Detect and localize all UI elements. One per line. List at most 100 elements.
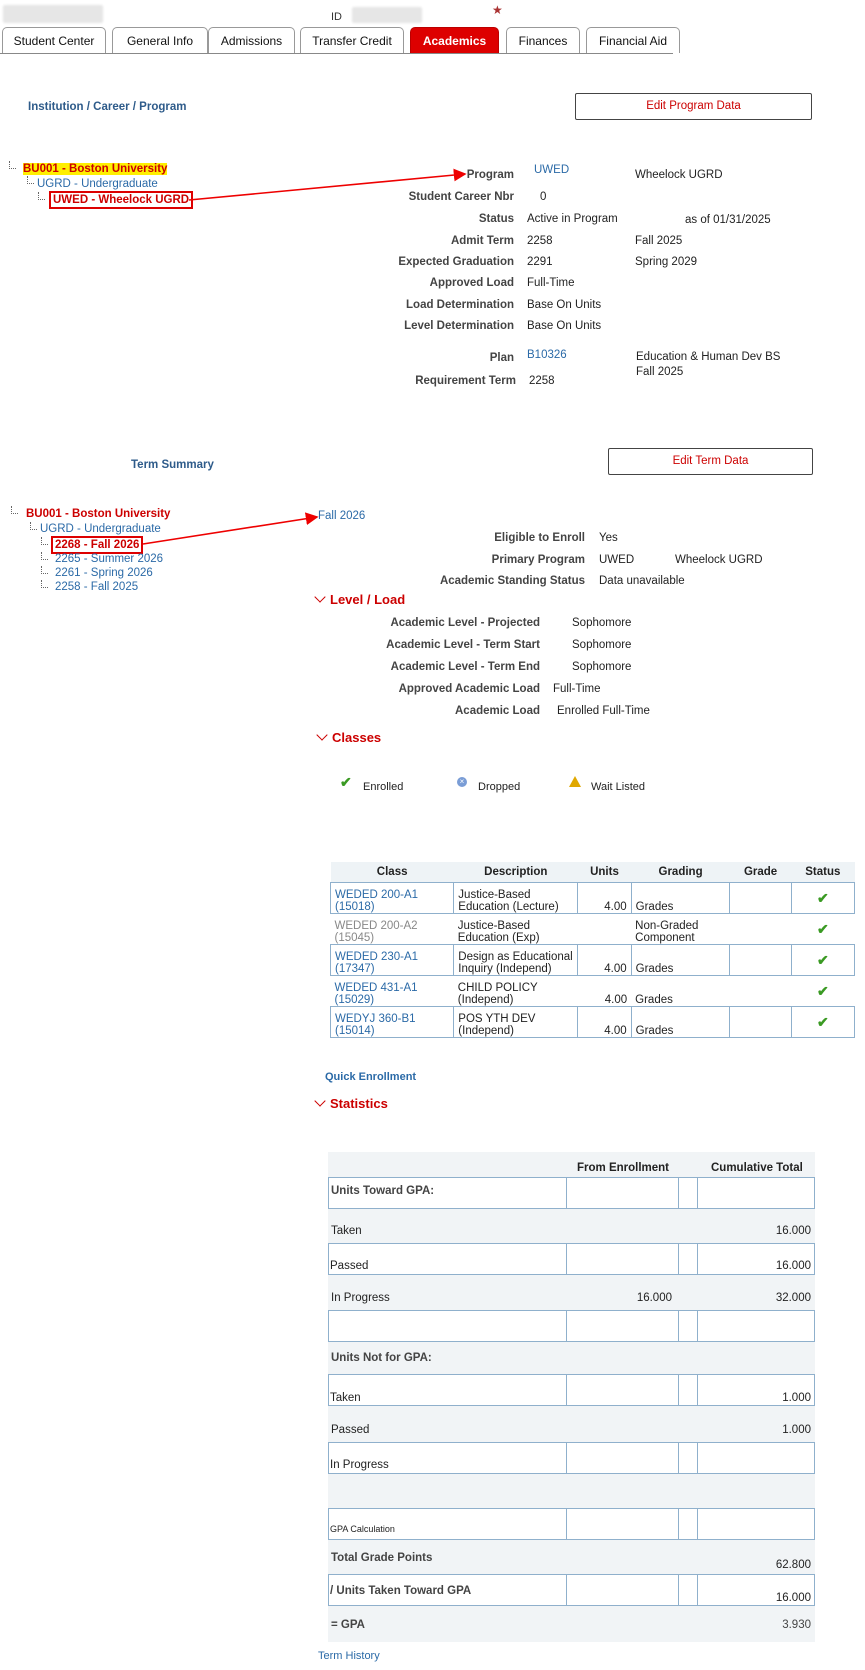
- col-grading[interactable]: Grading: [631, 862, 730, 883]
- class-link[interactable]: WEDYJ 360-B1 (15014): [329, 1006, 455, 1038]
- col-status[interactable]: Status: [791, 862, 855, 883]
- level-load-header[interactable]: Level / Load: [314, 591, 405, 607]
- program-code-link[interactable]: UWED: [534, 164, 569, 176]
- admit-term-label: Admit Term: [450, 235, 514, 247]
- stats-box: [328, 1310, 567, 1342]
- enrolled-check-icon: ✔: [340, 774, 352, 790]
- edit-term-data-button[interactable]: Edit Term Data: [608, 448, 813, 475]
- requirement-term-label: Requirement Term: [415, 375, 516, 387]
- class-grading: Grades: [630, 944, 731, 976]
- taken-cumulative: 16.000: [775, 1225, 811, 1237]
- classes-table: Class Description Units Grading Grade St…: [329, 862, 856, 1038]
- col-units[interactable]: Units: [577, 862, 632, 883]
- class-link[interactable]: WEDED 230-A1 (17347): [329, 944, 455, 976]
- class-description: Design as Educational Inquiry (Independ): [453, 944, 579, 976]
- class-grade: [729, 882, 792, 914]
- academic-load-label: Academic Load: [455, 705, 540, 717]
- stats-box: [697, 1310, 815, 1342]
- term-tree-fall-2025[interactable]: 2258 - Fall 2025: [55, 581, 138, 593]
- class-units: 4.00: [577, 882, 632, 914]
- class-units: 4.00: [577, 944, 632, 976]
- eligible-value: Yes: [599, 532, 618, 544]
- enrolled-check-icon: ✔: [790, 882, 856, 914]
- class-grading: Grades: [630, 1006, 731, 1038]
- career-nbr-label: Student Career Nbr: [408, 191, 514, 203]
- term-tree-institution[interactable]: BU001 - Boston University: [26, 508, 170, 520]
- class-label: WEDED 200-A2 (15045): [334, 920, 418, 944]
- passed-cumulative: 16.000: [775, 1260, 811, 1272]
- approved-academic-load-value: Full-Time: [553, 683, 601, 695]
- enrolled-check-icon: ✔: [816, 983, 829, 999]
- class-grading: Grades: [635, 994, 673, 1006]
- tree-connector: [41, 537, 48, 545]
- class-link[interactable]: WEDED 431-A1 (15029): [331, 976, 454, 1007]
- class-description: Justice-Based Education (Exp): [457, 920, 540, 944]
- level-term-end-label: Academic Level - Term End: [390, 661, 540, 673]
- stats-box: [678, 1310, 698, 1342]
- academic-load-value: Enrolled Full-Time: [557, 705, 650, 717]
- class-description: Justice-Based Education (Lecture): [453, 882, 579, 914]
- requirement-term-value: 2258: [529, 375, 555, 387]
- plan-label: Plan: [489, 352, 514, 364]
- tree-connector: [41, 552, 48, 560]
- term-tree-career[interactable]: UGRD - Undergraduate: [40, 523, 161, 535]
- legend-waitlisted: Wait Listed: [591, 781, 646, 793]
- in-progress-enrollment: 16.000: [636, 1292, 672, 1304]
- col-description[interactable]: Description: [453, 862, 578, 883]
- gpa-calculation-label: GPA Calculation: [330, 1524, 395, 1534]
- table-row: WEDED 230-A1 (17347) Design as Educationa…: [329, 944, 856, 976]
- col-from-enrollment: From Enrollment: [577, 1162, 670, 1174]
- units-taken-gpa-cumulative: 16.000: [775, 1592, 811, 1604]
- level-projected-label: Academic Level - Projected: [390, 617, 540, 629]
- approved-load-value: Full-Time: [527, 277, 575, 289]
- col-class[interactable]: Class: [330, 862, 454, 883]
- load-determination-value: Base On Units: [527, 299, 602, 311]
- class-grading: Non-Graded Component: [635, 920, 699, 944]
- class-grade: [729, 944, 792, 976]
- term-tree-spring-2026[interactable]: 2261 - Spring 2026: [55, 567, 153, 579]
- approved-load-label: Approved Load: [429, 277, 514, 289]
- plan-code-link[interactable]: B10326: [527, 349, 567, 361]
- enrolled-check-icon: ✔: [816, 921, 829, 937]
- level-projected-value: Sophomore: [572, 617, 632, 629]
- term-tree-summer-2026[interactable]: 2265 - Summer 2026: [55, 553, 163, 565]
- table-row: WEDED 200-A1 (15018) Justice-Based Educat…: [329, 882, 856, 914]
- level-term-end-value: Sophomore: [572, 661, 632, 673]
- classes-table-header: Class Description Units Grading Grade St…: [330, 862, 855, 883]
- legend-dropped: Dropped: [478, 781, 521, 793]
- admit-term-code: 2258: [527, 235, 553, 247]
- term-summary-title[interactable]: Term Summary: [131, 459, 214, 471]
- term-history-link-visible[interactable]: Term History: [318, 1650, 380, 1662]
- quick-enrollment-link[interactable]: Quick Enrollment: [325, 1071, 416, 1083]
- plan-desc: Education & Human Dev BS: [636, 351, 781, 363]
- enrolled-check-icon: ✔: [790, 944, 856, 976]
- chevron-down-icon: [314, 591, 326, 603]
- classes-header[interactable]: Classes: [316, 729, 381, 745]
- tree-connector: [11, 506, 18, 514]
- load-determination-label: Load Determination: [406, 299, 514, 311]
- status-label: Status: [478, 213, 514, 225]
- level-term-start-value: Sophomore: [572, 639, 632, 651]
- legend-enrolled: Enrolled: [363, 781, 404, 793]
- statistics-header[interactable]: Statistics: [314, 1095, 388, 1111]
- class-grade: [729, 1006, 792, 1038]
- passed-not-gpa-cumulative: 1.000: [782, 1424, 811, 1436]
- status-value: Active in Program: [527, 213, 618, 225]
- expected-grad-label: Expected Graduation: [398, 256, 514, 268]
- term-tree-fall-2026-selected[interactable]: 2268 - Fall 2026: [51, 536, 144, 554]
- units-toward-gpa-label: Units Toward GPA:: [331, 1185, 435, 1197]
- statistics-panel: From Enrollment Cumulative Total Units T…: [328, 1152, 815, 1642]
- primary-program-code: UWED: [599, 554, 635, 566]
- chevron-down-icon: [314, 1095, 326, 1107]
- academic-standing-label: Academic Standing Status: [439, 575, 585, 587]
- tree-connector: [41, 566, 48, 574]
- taken-not-gpa-cumulative: 1.000: [782, 1392, 811, 1404]
- class-grading: Grades: [630, 882, 731, 914]
- class-link[interactable]: WEDED 200-A1 (15018): [329, 882, 455, 914]
- col-grade[interactable]: Grade: [729, 862, 792, 883]
- program-label: Program: [466, 169, 514, 181]
- level-determination-label: Level Determination: [404, 320, 514, 332]
- career-nbr-value: 0: [540, 191, 547, 203]
- selected-term-title: Fall 2026: [318, 510, 366, 522]
- col-cumulative-total: Cumulative Total: [711, 1162, 803, 1174]
